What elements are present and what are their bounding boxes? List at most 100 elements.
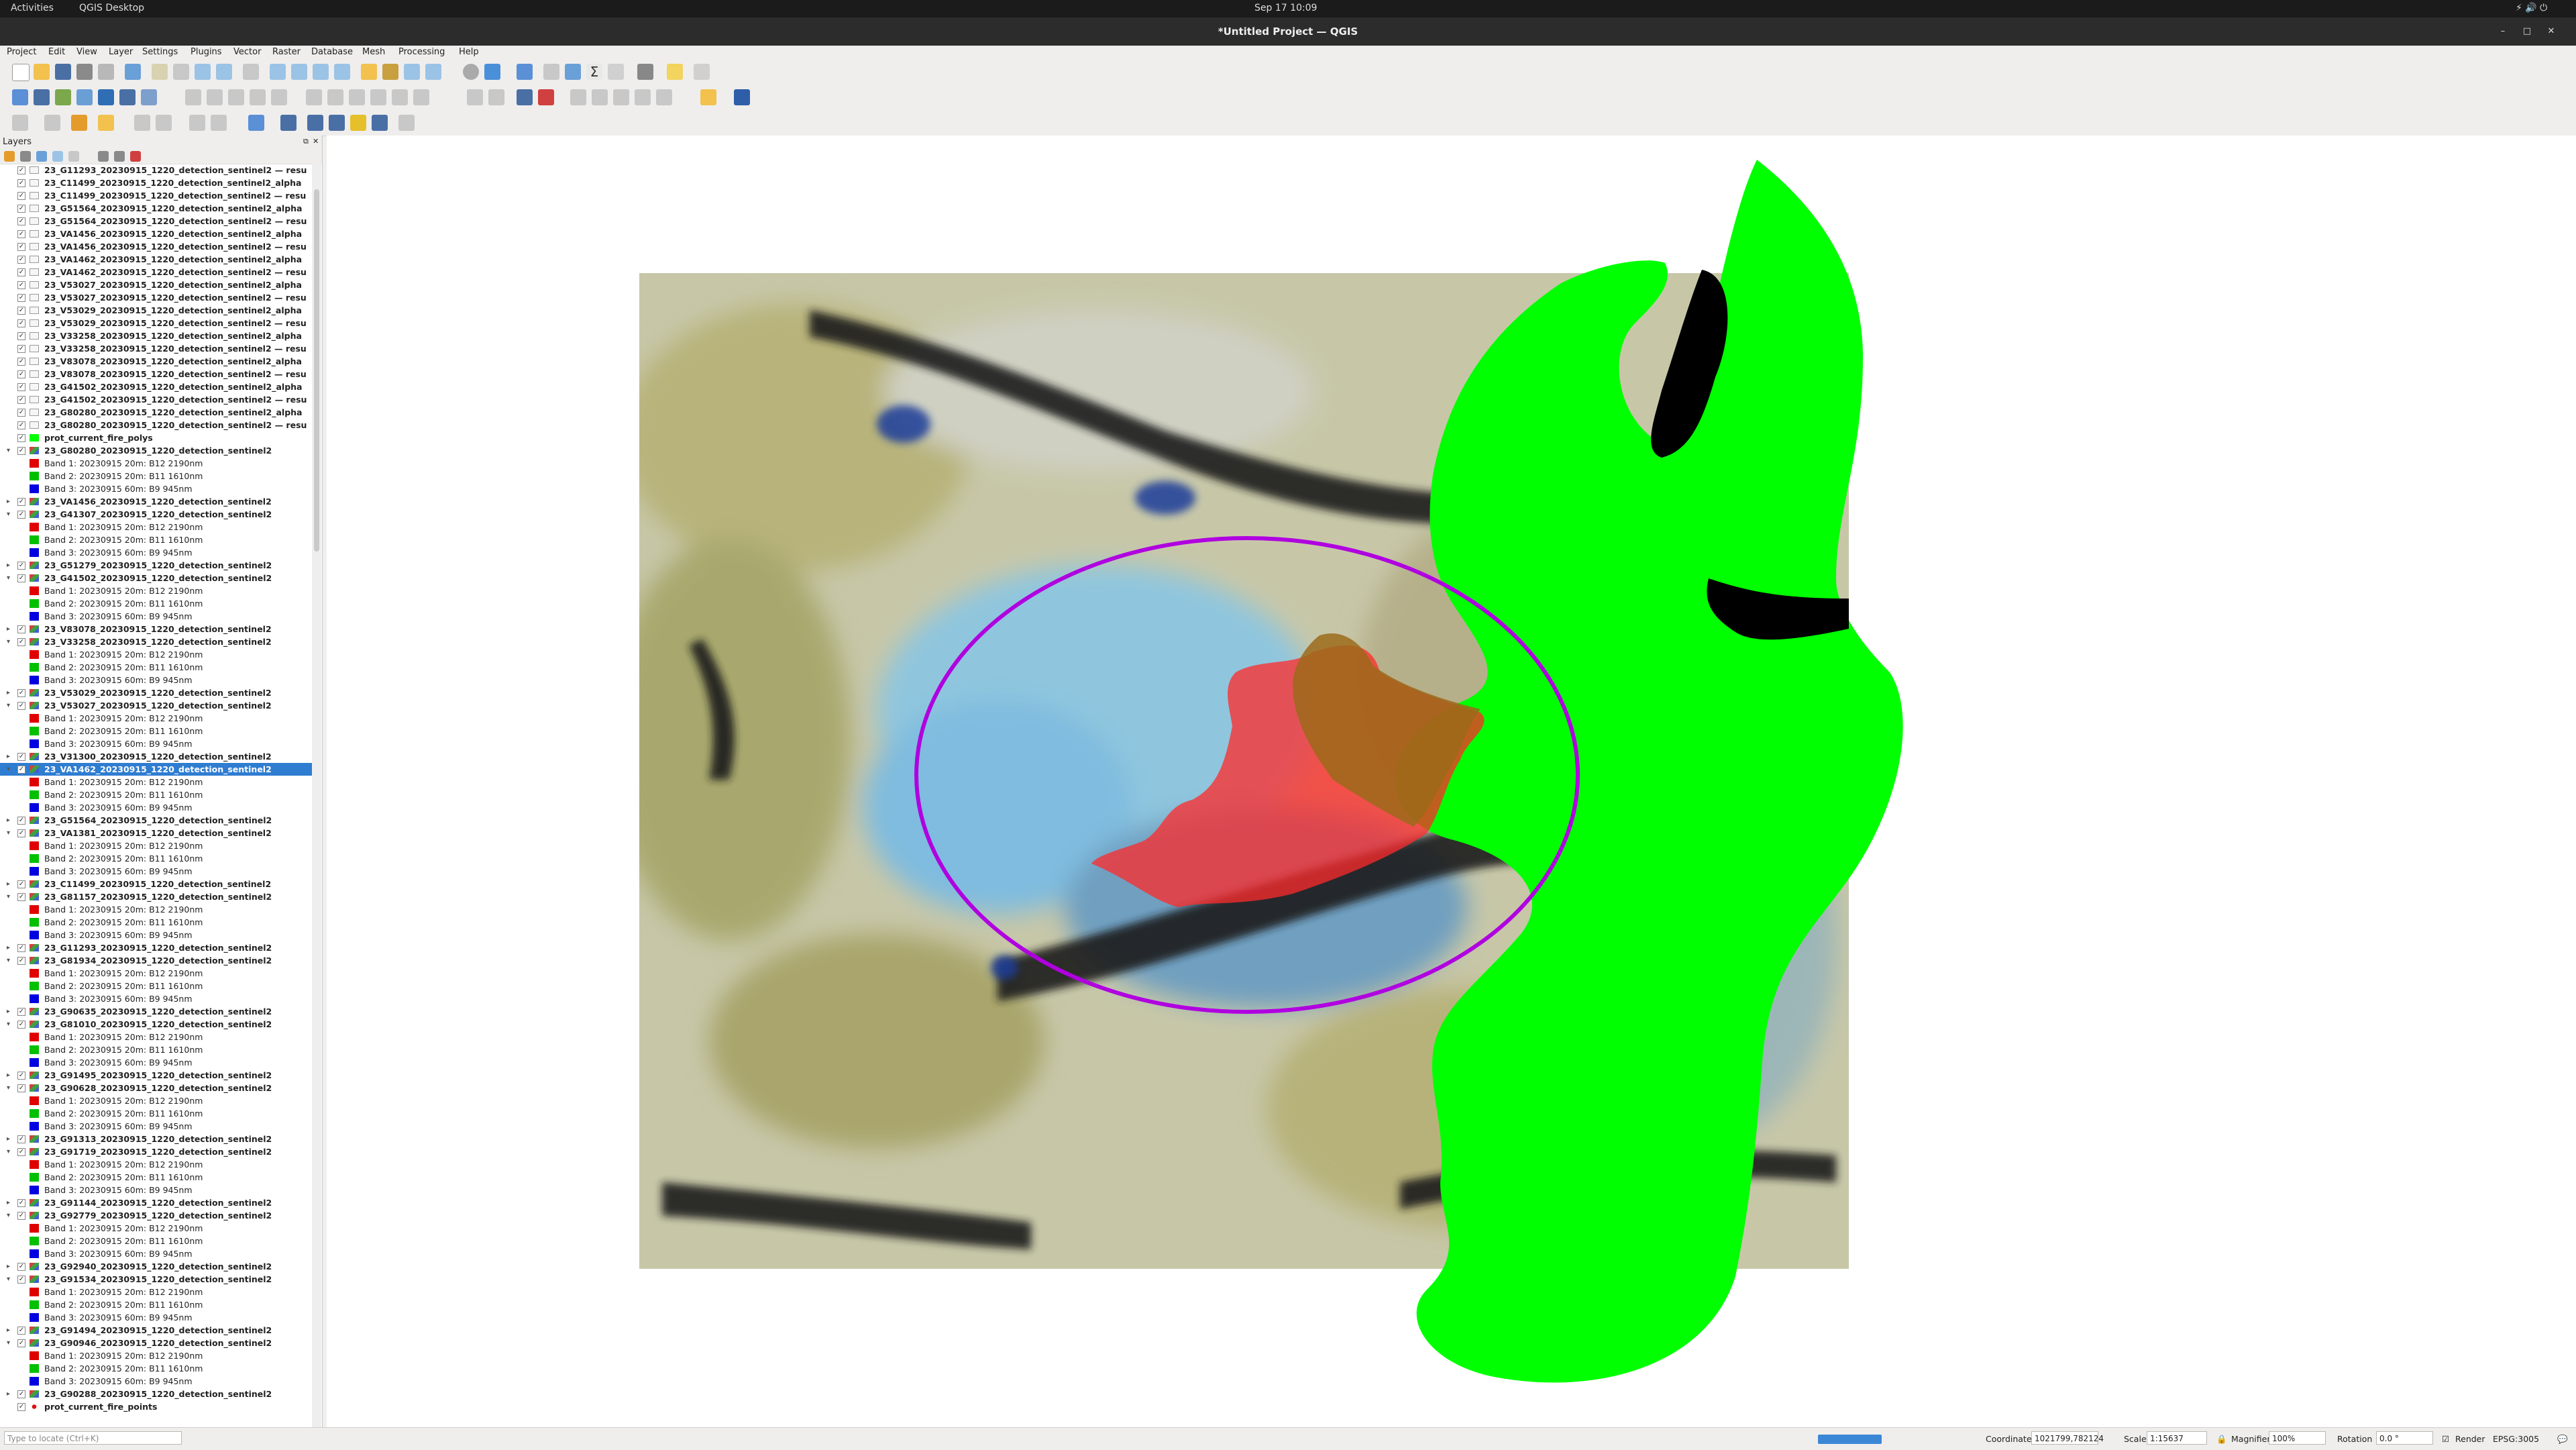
panel-float-icon[interactable]: ⧉ — [303, 137, 309, 146]
layer-visibility-checkbox[interactable]: ✓ — [17, 179, 25, 187]
layer-tree-item[interactable]: ✓ prot_current_fire_points — [0, 1400, 312, 1413]
layer-tree-item[interactable]: ▸ ✓ 23_G91313_20230915_1220_detection_sent… — [0, 1133, 312, 1145]
add-group-icon[interactable] — [20, 151, 31, 162]
layer-tree-item[interactable]: ✓ 23_V83078_20230915_1220_detection_senti… — [0, 355, 312, 368]
layer-visibility-checkbox[interactable]: ✓ — [17, 319, 25, 327]
new-project-icon[interactable] — [12, 64, 30, 81]
reshape-icon[interactable] — [329, 115, 345, 131]
band-legend-item[interactable]: Band 2: 20230915 20m: B11 1610nm — [0, 1298, 312, 1311]
layer-tree-item[interactable]: ▸ ✓ 23_G51564_20230915_1220_detection_sent… — [0, 814, 312, 827]
render-checkbox-icon[interactable]: ☑ — [2442, 1434, 2449, 1444]
collapse-arrow-icon[interactable]: ▾ — [7, 1273, 10, 1286]
band-legend-item[interactable]: Band 1: 20230915 20m: B12 2190nm — [0, 776, 312, 788]
expand-arrow-icon[interactable]: ▸ — [7, 750, 10, 763]
node-tool-icon[interactable] — [307, 115, 323, 131]
redo-icon[interactable] — [413, 89, 429, 105]
add-spatialite-layer-icon[interactable] — [119, 89, 136, 105]
band-legend-item[interactable]: Band 2: 20230915 20m: B11 1610nm — [0, 1043, 312, 1056]
layers-scrollbar[interactable] — [312, 164, 321, 1427]
layer-tree-item[interactable]: ▸ ✓ 23_V31300_20230915_1220_detection_sent… — [0, 750, 312, 763]
collapse-arrow-icon[interactable]: ▾ — [7, 635, 10, 648]
band-legend-item[interactable]: Band 2: 20230915 20m: B11 1610nm — [0, 661, 312, 674]
diagram-tool-icon[interactable] — [613, 89, 629, 105]
pan-to-selection-icon[interactable] — [173, 64, 189, 80]
magnifier-field[interactable]: 100% — [2269, 1431, 2326, 1445]
layer-tree-item[interactable]: ✓ 23_V33258_20230915_1220_detection_senti… — [0, 329, 312, 342]
layer-visibility-checkbox[interactable]: ✓ — [17, 1199, 25, 1207]
layer-tree-item[interactable]: ✓ 23_V53027_20230915_1220_detection_senti… — [0, 278, 312, 291]
zoom-in-icon[interactable] — [195, 64, 211, 80]
band-legend-item[interactable]: Band 1: 20230915 20m: B12 2190nm — [0, 839, 312, 852]
layer-tree-item[interactable]: ✓ 23_V33258_20230915_1220_detection_senti… — [0, 342, 312, 355]
rotate-feature-icon[interactable] — [398, 115, 415, 131]
layer-tree-item[interactable]: ✓ 23_G41502_20230915_1220_detection_senti… — [0, 380, 312, 393]
layer-visibility-checkbox[interactable]: ✓ — [17, 447, 25, 455]
band-legend-item[interactable]: Band 3: 20230915 60m: B9 945nm — [0, 674, 312, 686]
label-properties-icon[interactable] — [635, 89, 651, 105]
layer-tree-item[interactable]: ✓ 23_V53027_20230915_1220_detection_senti… — [0, 291, 312, 304]
band-legend-item[interactable]: Band 2: 20230915 20m: B11 1610nm — [0, 725, 312, 737]
add-feature-icon[interactable] — [250, 89, 266, 105]
layer-tree-item[interactable]: ▾ ✓ 23_VA1462_20230915_1220_detection_sent… — [0, 763, 312, 776]
layer-tree-item[interactable]: ✓ 23_V53029_20230915_1220_detection_senti… — [0, 304, 312, 317]
layer-tree-item[interactable]: ▾ ✓ 23_V53027_20230915_1220_detection_sent… — [0, 699, 312, 712]
layer-visibility-checkbox[interactable]: ✓ — [17, 1135, 25, 1143]
attribute-table-icon[interactable] — [608, 64, 624, 80]
band-legend-item[interactable]: Band 3: 20230915 60m: B9 945nm — [0, 737, 312, 750]
band-legend-item[interactable]: Band 2: 20230915 20m: B11 1610nm — [0, 916, 312, 929]
layer-visibility-checkbox[interactable]: ✓ — [17, 294, 25, 302]
layer-visibility-checkbox[interactable]: ✓ — [17, 383, 25, 391]
menu-layer[interactable]: Layer — [109, 47, 133, 57]
offset-curve-icon[interactable] — [350, 115, 366, 131]
select-features-expression-icon[interactable] — [280, 115, 297, 131]
layer-visibility-checkbox[interactable]: ✓ — [17, 192, 25, 200]
select-features-icon[interactable] — [543, 64, 559, 80]
zoom-full-icon[interactable] — [270, 64, 286, 80]
maximize-icon[interactable]: □ — [2520, 24, 2534, 39]
rotation-field[interactable]: 0.0 ° — [2376, 1431, 2433, 1445]
add-mesh-layer-icon[interactable] — [76, 89, 93, 105]
expand-arrow-icon[interactable]: ▸ — [7, 623, 10, 635]
band-legend-item[interactable]: Band 3: 20230915 60m: B9 945nm — [0, 1375, 312, 1388]
layer-tree-item[interactable]: ✓ 23_VA1462_20230915_1220_detection_senti… — [0, 266, 312, 278]
layer-visibility-checkbox[interactable]: ✓ — [17, 1008, 25, 1016]
menu-vector[interactable]: Vector — [233, 47, 261, 57]
layer-tree-item[interactable]: ▾ ✓ 23_G91719_20230915_1220_detection_sent… — [0, 1145, 312, 1158]
filter-expression-icon[interactable] — [68, 151, 79, 162]
shape-digitizing-icon[interactable] — [156, 115, 172, 131]
band-legend-item[interactable]: Band 1: 20230915 20m: B12 2190nm — [0, 967, 312, 980]
layer-tree-item[interactable]: ▾ ✓ 23_G81157_20230915_1220_detection_sent… — [0, 890, 312, 903]
layer-visibility-checkbox[interactable]: ✓ — [17, 409, 25, 417]
band-legend-item[interactable]: Band 2: 20230915 20m: B11 1610nm — [0, 980, 312, 992]
menu-edit[interactable]: Edit — [48, 47, 65, 57]
expand-arrow-icon[interactable]: ▸ — [7, 941, 10, 954]
band-legend-item[interactable]: Band 2: 20230915 20m: B11 1610nm — [0, 1171, 312, 1184]
band-legend-item[interactable]: Band 3: 20230915 60m: B9 945nm — [0, 865, 312, 878]
layer-tree-item[interactable]: ▸ ✓ 23_VA1456_20230915_1220_detection_sent… — [0, 495, 312, 508]
layer-visibility-checkbox[interactable]: ✓ — [17, 281, 25, 289]
band-legend-item[interactable]: Band 3: 20230915 60m: B9 945nm — [0, 1184, 312, 1196]
collapse-arrow-icon[interactable]: ▾ — [7, 508, 10, 521]
undo-icon[interactable] — [392, 89, 408, 105]
zoom-to-layer-icon[interactable] — [313, 64, 329, 80]
layer-visibility-checkbox[interactable]: ✓ — [17, 753, 25, 761]
layer-tree-item[interactable]: ▾ ✓ 23_G41502_20230915_1220_detection_sent… — [0, 572, 312, 584]
layer-visibility-checkbox[interactable]: ✓ — [17, 396, 25, 404]
layer-tree-item[interactable]: ✓ 23_VA1456_20230915_1220_detection_senti… — [0, 227, 312, 240]
layer-visibility-checkbox[interactable]: ✓ — [17, 243, 25, 251]
layer-tree-item[interactable]: ✓ 23_VA1456_20230915_1220_detection_senti… — [0, 240, 312, 253]
merge-features-icon[interactable] — [211, 115, 227, 131]
zoom-next-icon[interactable] — [425, 64, 441, 80]
label-rule-icon[interactable] — [656, 89, 672, 105]
band-legend-item[interactable]: Band 2: 20230915 20m: B11 1610nm — [0, 470, 312, 482]
zoom-to-selection-icon[interactable] — [291, 64, 307, 80]
layer-tree-item[interactable]: ▸ ✓ 23_G90635_20230915_1220_detection_sent… — [0, 1005, 312, 1018]
layer-tree-item[interactable]: ▾ ✓ 23_G41307_20230915_1220_detection_sent… — [0, 508, 312, 521]
layer-visibility-checkbox[interactable]: ✓ — [17, 217, 25, 225]
band-legend-item[interactable]: Band 3: 20230915 60m: B9 945nm — [0, 992, 312, 1005]
layer-tree-item[interactable]: ▾ ✓ 23_G90628_20230915_1220_detection_sent… — [0, 1082, 312, 1094]
layer-tree-item[interactable]: ▸ ✓ 23_G91495_20230915_1220_detection_sent… — [0, 1069, 312, 1082]
coordinate-field[interactable]: 1021799,782124 — [2031, 1431, 2104, 1445]
layer-visibility-checkbox[interactable]: ✓ — [17, 702, 25, 710]
statistics-sigma-icon[interactable]: Σ — [586, 64, 602, 80]
